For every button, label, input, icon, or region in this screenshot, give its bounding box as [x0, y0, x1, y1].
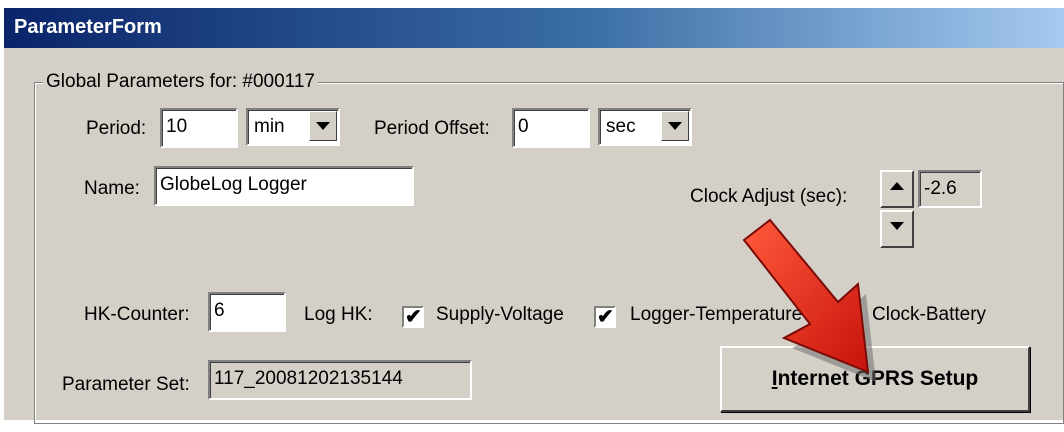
- red-arrow-icon: [742, 218, 876, 382]
- parameter-form-window: ParameterForm Global Parameters for: #00…: [0, 0, 1064, 432]
